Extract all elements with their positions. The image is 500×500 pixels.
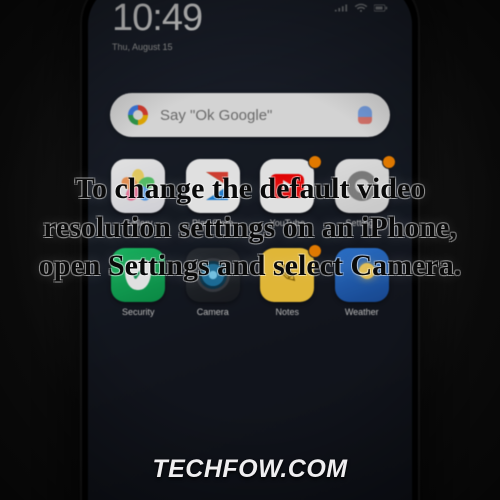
headline-text: To change the default video resolution s… bbox=[28, 170, 472, 285]
site-watermark: TECHFOW.COM bbox=[0, 455, 500, 484]
headline-overlay: To change the default video resolution s… bbox=[0, 0, 500, 500]
